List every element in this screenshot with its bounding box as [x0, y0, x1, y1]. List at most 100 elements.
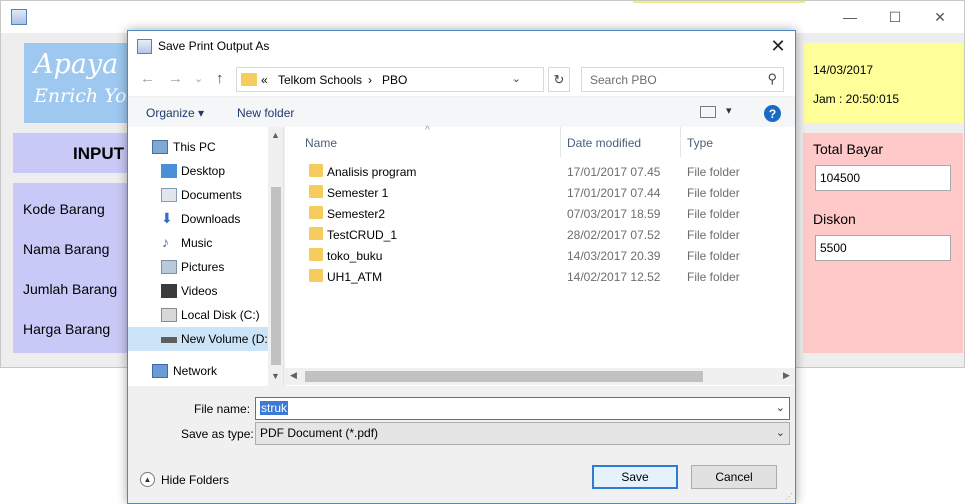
nav-label: Network	[173, 364, 218, 378]
cancel-button[interactable]: Cancel	[691, 465, 777, 489]
column-name-header[interactable]: Name ^	[285, 125, 560, 157]
column-type-header[interactable]: Type	[667, 127, 767, 157]
save-button[interactable]: Save	[592, 465, 678, 489]
refresh-icon[interactable]: ↻	[548, 67, 570, 92]
file-type: File folder	[687, 228, 740, 242]
up-folder-icon[interactable]: ↑	[216, 70, 224, 87]
java-app-icon	[11, 9, 27, 25]
file-type: File folder	[687, 249, 740, 263]
breadcrumb-telkom-schools[interactable]: Telkom Schools	[278, 73, 362, 87]
nav-pane-scrollbar[interactable]: ▲ ▼	[268, 127, 283, 386]
save-as-type-select[interactable]: PDF Document (*.pdf) ⌄	[255, 422, 790, 445]
address-dropdown-icon[interactable]: ⌄	[512, 72, 521, 85]
hscroll-thumb[interactable]	[305, 371, 703, 382]
scroll-left-icon[interactable]: ◀	[290, 370, 297, 381]
file-name-value: struk	[260, 401, 289, 415]
nav-label: Local Disk (C:)	[181, 308, 260, 322]
payment-panel: Total Bayar 104500 Diskon 5500	[803, 133, 963, 353]
address-bar[interactable]: « Telkom Schools › PBO ⌄	[236, 67, 544, 92]
file-row[interactable]: Analisis program 17/01/2017 07.45 File f…	[285, 161, 795, 182]
file-name-input[interactable]: struk ⌄	[255, 397, 790, 420]
file-name: UH1_ATM	[327, 270, 383, 284]
new-folder-button[interactable]: New folder	[237, 106, 294, 120]
nav-label: Downloads	[181, 212, 241, 226]
file-type: File folder	[687, 186, 740, 200]
chevron-up-icon: ▲	[140, 472, 155, 487]
dialog-titlebar: Save Print Output As ✕	[128, 31, 795, 62]
forward-arrow-icon[interactable]: →	[168, 70, 183, 87]
nav-item-local-disk[interactable]: Local Disk (C:)	[128, 303, 268, 327]
nav-label: This PC	[173, 140, 216, 154]
resize-grip-icon[interactable]: ⋰	[785, 492, 793, 501]
file-type: File folder	[687, 207, 740, 221]
column-date-label: Date modified	[567, 136, 642, 150]
nav-label: Documents	[181, 188, 242, 202]
column-date-header[interactable]: Date modified	[547, 127, 681, 157]
column-type-label: Type	[687, 136, 714, 150]
save-as-type-dropdown-icon[interactable]: ⌄	[776, 426, 785, 439]
breadcrumb-pbo[interactable]: PBO	[382, 73, 407, 87]
scroll-up-icon[interactable]: ▲	[271, 130, 280, 140]
navigation-bar: ← → ⌄ ↑ « Telkom Schools › PBO ⌄ ↻ Searc…	[128, 62, 795, 96]
date-time-panel: 14/03/2017 Jam : 20:50:015	[803, 43, 963, 123]
dialog-close-button[interactable]: ✕	[761, 31, 795, 62]
folder-icon	[309, 164, 323, 177]
file-row[interactable]: UH1_ATM 14/02/2017 12.52 File folder	[285, 266, 795, 287]
file-date: 07/03/2017 18.59	[567, 207, 661, 221]
file-list-hscrollbar[interactable]: ◀ ▶	[285, 368, 795, 385]
time-text: Jam : 20:50:015	[813, 92, 900, 106]
file-name-dropdown-icon[interactable]: ⌄	[776, 401, 785, 414]
nav-item-network[interactable]: Network	[128, 359, 268, 383]
nav-item-desktop[interactable]: Desktop	[128, 159, 268, 183]
view-options-icon[interactable]	[700, 106, 716, 118]
diskon-field[interactable]: 5500	[815, 235, 951, 261]
jumlah-barang-label: Jumlah Barang	[23, 281, 118, 297]
breadcrumb-separator: ›	[368, 73, 372, 87]
sort-ascending-icon: ^	[425, 125, 430, 136]
file-row[interactable]: Semester 1 17/01/2017 07.44 File folder	[285, 182, 795, 203]
organize-button[interactable]: Organize ▾	[146, 106, 204, 120]
file-name: Analisis program	[327, 165, 417, 179]
file-type: File folder	[687, 270, 740, 284]
maximize-button[interactable]: ☐	[872, 1, 918, 33]
recent-locations-icon[interactable]: ⌄	[194, 72, 203, 85]
store-banner: Apaya Enrich Yo	[24, 43, 134, 123]
total-bayar-field[interactable]: 104500	[815, 165, 951, 191]
date-text: 14/03/2017	[813, 63, 874, 77]
total-bayar-label: Total Bayar	[813, 141, 884, 157]
breadcrumb-overflow[interactable]: «	[261, 73, 268, 87]
nav-label: Pictures	[181, 260, 225, 274]
file-name: Semester2	[327, 207, 386, 221]
file-date: 14/02/2017 12.52	[567, 270, 661, 284]
nav-item-documents[interactable]: Documents	[128, 183, 268, 207]
nav-item-downloads[interactable]: ⬇ Downloads	[128, 207, 268, 231]
harga-barang-label: Harga Barang	[23, 321, 111, 337]
window-close-button[interactable]: ✕	[917, 1, 963, 33]
file-list: Name ^ Date modified Type Analisis progr…	[285, 125, 795, 386]
dialog-app-icon	[137, 39, 152, 54]
file-name: toko_buku	[327, 249, 383, 263]
nav-label: Desktop	[181, 164, 226, 178]
file-row[interactable]: toko_buku 14/03/2017 20.39 File folder	[285, 245, 795, 266]
nav-item-pictures[interactable]: Pictures	[128, 255, 268, 279]
nav-item-videos[interactable]: Videos	[128, 279, 268, 303]
nav-label: Music	[181, 236, 213, 250]
view-dropdown-icon[interactable]: ▾	[726, 104, 732, 117]
nav-item-this-pc[interactable]: This PC	[128, 135, 268, 159]
nav-label: New Volume (D:	[181, 332, 268, 346]
nav-item-music[interactable]: ♪ Music	[128, 231, 268, 255]
file-row[interactable]: TestCRUD_1 28/02/2017 07.52 File folder	[285, 224, 795, 245]
minimize-button[interactable]: —	[827, 1, 873, 33]
back-arrow-icon[interactable]: ←	[140, 70, 155, 87]
input-field-labels: Kode Barang Nama Barang Jumlah Barang Ha…	[13, 183, 133, 353]
folder-icon	[309, 206, 323, 219]
nav-item-new-volume[interactable]: New Volume (D:	[128, 327, 268, 351]
scroll-right-icon[interactable]: ▶	[783, 370, 790, 381]
help-icon[interactable]: ?	[764, 105, 781, 122]
scroll-down-icon[interactable]: ▼	[271, 371, 280, 381]
search-box[interactable]: Search PBO ⚲	[581, 67, 784, 92]
file-row[interactable]: Semester2 07/03/2017 18.59 File folder	[285, 203, 795, 224]
navigation-pane: This PC Desktop Documents ⬇ Downloads ♪ …	[128, 127, 284, 386]
scroll-thumb[interactable]	[271, 187, 281, 365]
music-icon: ♪	[162, 234, 169, 250]
